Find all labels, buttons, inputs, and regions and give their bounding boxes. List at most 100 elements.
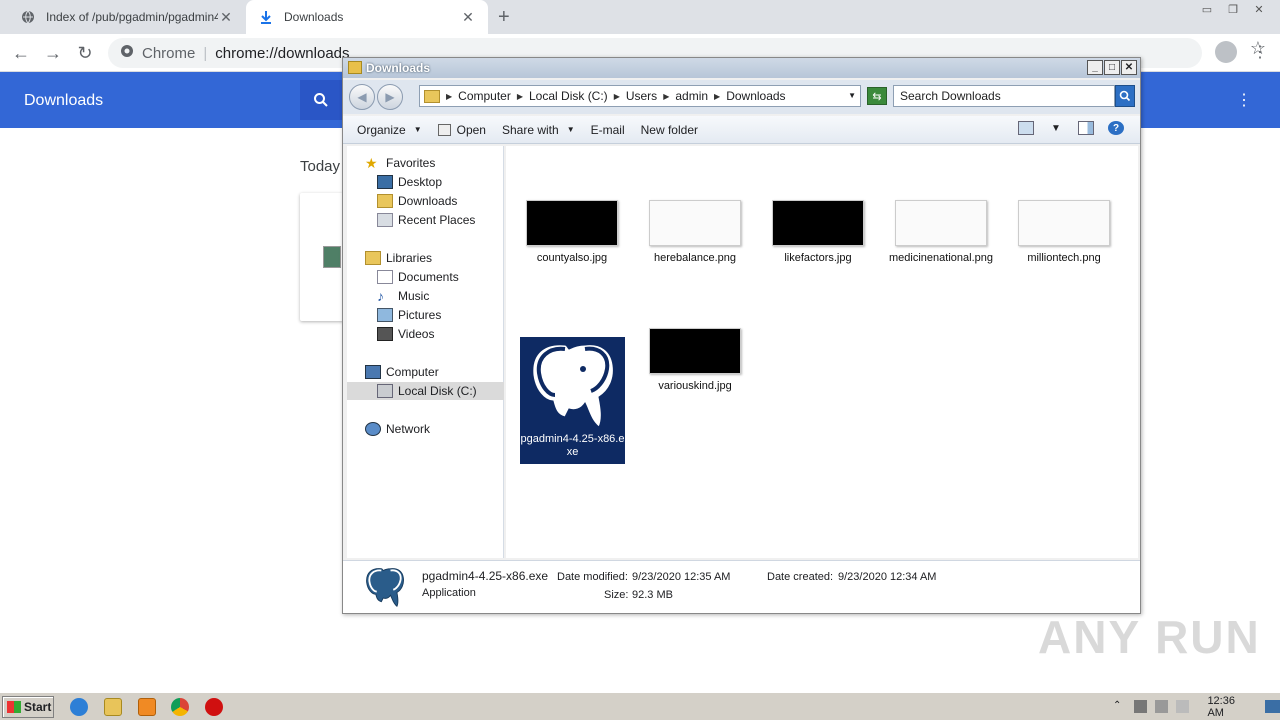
nav-downloads[interactable]: Downloads xyxy=(377,192,457,210)
globe-icon xyxy=(20,9,36,25)
maximize-icon[interactable]: □ xyxy=(1104,60,1120,75)
breadcrumb-downloads[interactable]: Downloads xyxy=(726,89,785,103)
file-name: countyalso.jpg xyxy=(536,252,608,264)
change-view-icon[interactable] xyxy=(1018,121,1034,135)
file-icon xyxy=(323,246,341,268)
close-icon[interactable]: ✕ xyxy=(1121,60,1137,75)
file-item-selected[interactable]: pgadmin4-4.25-x86.exe xyxy=(520,337,625,464)
search-input[interactable]: Search Downloads xyxy=(893,85,1115,107)
file-item[interactable]: herebalance.png xyxy=(642,200,748,265)
close-tab-icon[interactable]: ✕ xyxy=(218,9,234,26)
tab-downloads[interactable]: Downloads ✕ xyxy=(246,0,488,34)
nav-pictures[interactable]: Pictures xyxy=(377,306,441,324)
nav-desktop-label: Desktop xyxy=(398,175,443,189)
breadcrumb-local-disk[interactable]: Local Disk (C:) xyxy=(529,89,608,103)
nav-pictures-label: Pictures xyxy=(398,308,442,322)
chevron-down-icon[interactable]: ▼ xyxy=(848,91,856,100)
stop-icon[interactable] xyxy=(205,698,223,716)
preview-pane-icon[interactable] xyxy=(1078,121,1094,135)
forward-icon[interactable]: ▶ xyxy=(377,84,403,110)
downloads-folder-icon xyxy=(377,194,393,208)
help-icon[interactable]: ? xyxy=(1108,121,1124,135)
nav-videos[interactable]: Videos xyxy=(377,325,434,343)
open-button[interactable]: Open xyxy=(437,123,486,137)
nav-computer[interactable]: Computer xyxy=(365,363,439,381)
chevron-right-icon[interactable]: ▶ xyxy=(446,92,452,101)
file-item[interactable]: medicinenational.png xyxy=(888,200,994,265)
download-icon xyxy=(258,9,274,25)
nav-documents[interactable]: Documents xyxy=(377,268,459,286)
view-controls: ▼ ? xyxy=(1018,121,1124,135)
breadcrumb-computer[interactable]: Computer xyxy=(458,89,511,103)
more-actions-icon[interactable]: ⋮ xyxy=(1236,90,1252,110)
documents-icon xyxy=(377,270,393,284)
nav-music[interactable]: ♪ Music xyxy=(377,287,429,305)
nav-local-disk[interactable]: Local Disk (C:) xyxy=(347,382,504,400)
share-with-button[interactable]: Share with ▼ xyxy=(502,123,575,137)
media-player-icon[interactable] xyxy=(138,698,156,716)
close-tab-icon[interactable]: ✕ xyxy=(460,9,476,26)
back-icon[interactable]: ◀ xyxy=(349,84,375,110)
nav-libraries[interactable]: Libraries xyxy=(365,249,432,267)
explorer-titlebar[interactable]: Downloads _ □ ✕ xyxy=(343,58,1140,78)
tab-title: Index of /pub/pgadmin/pgadmin4/v4 xyxy=(46,10,218,24)
file-explorer-icon[interactable] xyxy=(104,698,122,716)
music-icon: ♪ xyxy=(377,288,384,304)
chrome-menu-icon[interactable]: ⋮ xyxy=(1252,42,1268,62)
breadcrumb-users[interactable]: Users xyxy=(626,89,657,103)
image-thumbnail xyxy=(526,200,618,246)
email-button[interactable]: E-mail xyxy=(591,123,625,137)
search-icon[interactable] xyxy=(1115,85,1135,107)
file-item[interactable]: milliontech.png xyxy=(1011,200,1117,265)
back-icon[interactable]: ← xyxy=(10,42,32,64)
search-icon[interactable] xyxy=(300,80,342,120)
forward-icon[interactable]: → xyxy=(42,42,64,64)
restore-icon[interactable]: ❐ xyxy=(1220,0,1246,18)
network-tray-icon[interactable] xyxy=(1155,700,1169,713)
new-folder-button[interactable]: New folder xyxy=(641,123,698,137)
chevron-down-icon: ▼ xyxy=(566,125,575,134)
chevron-right-icon[interactable]: ▶ xyxy=(663,92,669,101)
organize-label: Organize xyxy=(357,122,406,137)
chrome-icon[interactable] xyxy=(171,698,189,716)
chevron-up-icon[interactable]: ⌃ xyxy=(1113,700,1126,713)
refresh-icon[interactable]: ⇆ xyxy=(867,87,887,105)
reload-icon[interactable]: ↻ xyxy=(74,42,96,64)
breadcrumb[interactable]: ▶ Computer ▶ Local Disk (C:) ▶ Users ▶ a… xyxy=(419,85,861,107)
local-disk-icon xyxy=(377,384,393,398)
file-item[interactable]: variouskind.jpg xyxy=(642,328,748,393)
show-desktop-icon[interactable] xyxy=(1264,700,1280,713)
application-icon xyxy=(437,123,451,136)
elephant-icon xyxy=(531,344,614,428)
flag-icon[interactable] xyxy=(1176,700,1190,713)
chevron-down-icon[interactable]: ▼ xyxy=(1048,121,1064,135)
nav-favorites-label: Favorites xyxy=(386,156,436,170)
nav-network[interactable]: Network xyxy=(365,420,430,438)
volume-icon[interactable] xyxy=(1134,700,1148,713)
nav-desktop[interactable]: Desktop xyxy=(377,173,442,191)
tab-pgadmin-index[interactable]: Index of /pub/pgadmin/pgadmin4/v4 ✕ xyxy=(8,0,246,34)
start-button[interactable]: Start xyxy=(2,696,54,718)
image-thumbnail xyxy=(1018,200,1110,246)
new-tab-icon[interactable]: + xyxy=(498,6,510,29)
breadcrumb-admin[interactable]: admin xyxy=(675,89,708,103)
internet-explorer-icon[interactable] xyxy=(70,698,88,716)
address-row: ◀ ▶ ▶ Computer ▶ Local Disk (C:) ▶ Users… xyxy=(343,80,1140,114)
file-item[interactable]: countyalso.jpg xyxy=(519,200,625,265)
window-controls: ▭ ❐ ✕ xyxy=(1194,0,1272,18)
profile-avatar[interactable] xyxy=(1215,41,1237,63)
computer-icon xyxy=(365,365,381,379)
nav-recent-places[interactable]: Recent Places xyxy=(377,211,475,229)
nav-favorites[interactable]: ★ Favorites xyxy=(365,154,435,172)
organize-button[interactable]: Organize ▼ xyxy=(357,123,422,137)
size-value: 92.3 MB xyxy=(632,589,673,601)
window-title: Downloads xyxy=(366,61,431,75)
file-item[interactable]: likefactors.jpg xyxy=(765,200,871,265)
minimize-icon[interactable]: _ xyxy=(1087,60,1103,75)
chevron-right-icon[interactable]: ▶ xyxy=(614,92,620,101)
minimize-icon[interactable]: ▭ xyxy=(1194,0,1220,18)
chevron-right-icon[interactable]: ▶ xyxy=(517,92,523,101)
explorer-window-controls: _ □ ✕ xyxy=(1087,60,1137,75)
chevron-right-icon[interactable]: ▶ xyxy=(714,92,720,101)
close-icon[interactable]: ✕ xyxy=(1246,0,1272,18)
